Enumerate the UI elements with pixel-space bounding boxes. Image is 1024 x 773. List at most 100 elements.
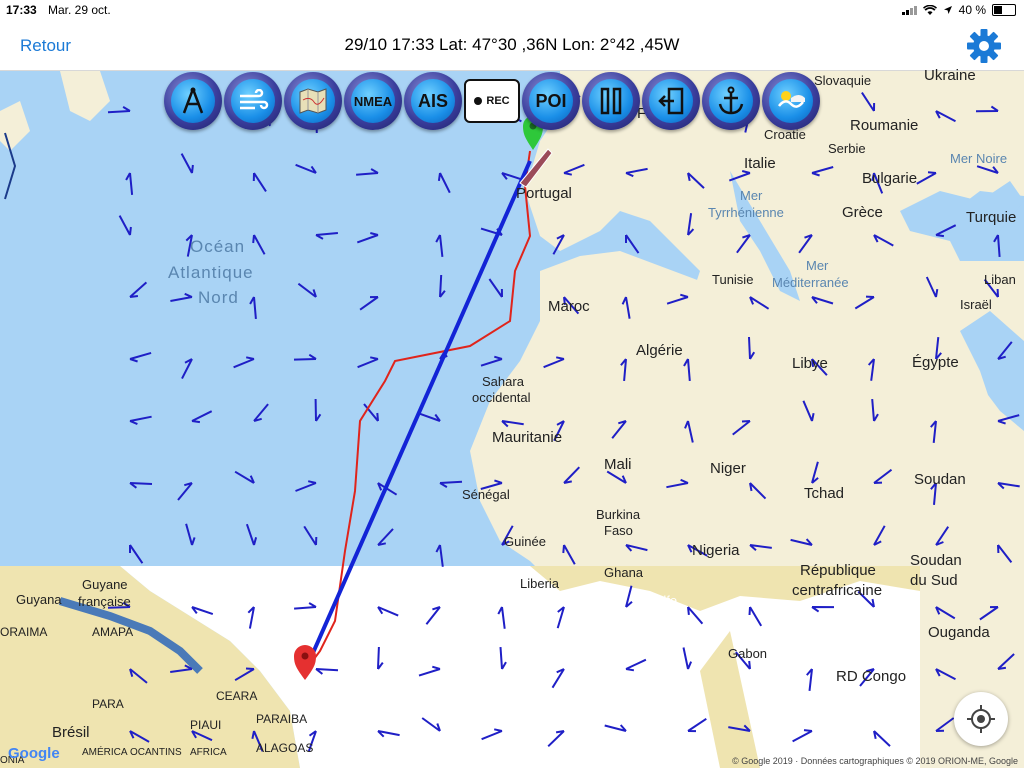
- map-label: ORAIMA: [0, 625, 48, 639]
- record-button[interactable]: REC: [464, 79, 520, 123]
- map-label: Guinée: [504, 534, 546, 549]
- map-label: AMÉRICA: [82, 747, 128, 758]
- map-label: Guinée: [652, 611, 694, 626]
- navigation-bar: Retour 29/10 17:33 Lat: 47°30 ,36N Lon: …: [0, 20, 1024, 71]
- record-icon: REC: [466, 81, 518, 121]
- record-label: REC: [486, 95, 510, 107]
- anchor-button[interactable]: [702, 72, 760, 130]
- map-label: Guyana: [16, 592, 62, 607]
- map-label: Ghana: [604, 565, 644, 580]
- map-label: Brésil: [52, 724, 90, 741]
- map-label: Liban: [984, 272, 1016, 287]
- map-label: Portugal: [516, 185, 572, 202]
- map-icon: [299, 88, 327, 114]
- my-location-button[interactable]: [954, 692, 1008, 746]
- crosshair-icon: [967, 705, 995, 733]
- pause-icon: [600, 87, 622, 115]
- wind-button[interactable]: [224, 72, 282, 130]
- battery-icon: [992, 4, 1016, 16]
- map-label: RD Congo: [836, 668, 907, 685]
- map-label: Liberia: [520, 576, 560, 591]
- exit-button[interactable]: [642, 72, 700, 130]
- anchor-icon: [718, 86, 744, 115]
- map-label: Ukraine: [924, 67, 976, 84]
- map-label: Bulgarie: [862, 170, 918, 187]
- map-label: Serbie: [828, 141, 866, 156]
- map-label: Israël: [960, 297, 992, 312]
- poi-button[interactable]: POI: [522, 72, 580, 130]
- map-toolbar: NMEA AIS REC POI: [164, 72, 820, 130]
- status-right: 40 %: [901, 3, 1016, 17]
- map-label: Tyrrhénienne: [708, 205, 784, 220]
- map-label: Gabon: [728, 646, 768, 661]
- map-label: Sénégal: [462, 487, 510, 502]
- map-label: Nigeria: [692, 542, 740, 559]
- map-label: française: [78, 594, 131, 609]
- map-label: Tchad: [804, 485, 845, 502]
- status-date: Mar. 29 oct.: [48, 3, 111, 17]
- map-label: centrafricaine: [792, 582, 883, 599]
- map-label: République: [800, 562, 876, 579]
- map-label: Burkina: [596, 507, 641, 522]
- map-layer-button[interactable]: [284, 72, 342, 130]
- record-dot: [474, 97, 483, 105]
- gear-icon[interactable]: [966, 28, 1002, 64]
- map-label: Mer: [806, 258, 829, 273]
- map-label: Libye: [792, 355, 828, 372]
- map-label: Océan: [190, 237, 246, 256]
- ais-icon: AIS: [411, 79, 455, 123]
- map-label: Turquie: [966, 209, 1017, 226]
- wind-icon: [240, 89, 269, 110]
- map-label: occidental: [472, 390, 531, 405]
- map-label: Roumanie: [850, 117, 919, 134]
- map-label: Maroc: [548, 298, 590, 315]
- map-label: Égypte: [912, 354, 959, 371]
- map-label: Mer: [740, 188, 763, 203]
- map-label: Italie: [744, 155, 776, 172]
- exit-icon: [658, 87, 684, 115]
- map-label: OCANTINS: [130, 747, 182, 758]
- wifi-icon: [922, 4, 937, 15]
- map-label: Mali: [604, 456, 632, 473]
- map-label: Ouganda: [928, 624, 990, 641]
- map-label: CEARA: [216, 689, 258, 703]
- compass-divider-button[interactable]: [164, 72, 222, 130]
- map-label: PIAUI: [190, 718, 222, 732]
- map-label: Atlantique: [168, 263, 254, 282]
- nmea-icon: NMEA: [351, 79, 395, 123]
- weather-button[interactable]: [762, 72, 820, 130]
- map-label: AMAPA: [92, 625, 134, 639]
- battery-percent: 40 %: [958, 3, 986, 17]
- map-attribution: © Google 2019 · Données cartographiques …: [732, 756, 1018, 766]
- pause-button[interactable]: [582, 72, 640, 130]
- poi-icon: POI: [529, 79, 573, 123]
- google-logo: Google: [8, 745, 60, 762]
- map-view[interactable]: Ukraine Slovaquie Roumanie Croatie Serbi…: [0, 67, 1024, 768]
- weather-icon: [778, 91, 805, 108]
- map-label: ALAGOAS: [256, 741, 314, 755]
- map-label: Mauritanie: [492, 429, 563, 446]
- map-label: Méditerranée: [772, 275, 849, 290]
- map-label: PARA: [92, 697, 124, 711]
- map-label: Algérie: [636, 342, 683, 359]
- map-label: Tunisie: [712, 272, 754, 287]
- map-label: Faso: [604, 523, 633, 538]
- ais-button[interactable]: AIS: [404, 72, 462, 130]
- nmea-button[interactable]: NMEA: [344, 72, 402, 130]
- status-time: 17:33: [6, 3, 37, 17]
- position-title: 29/10 17:33 Lat: 47°30 ,36N Lon: 2°42 ,4…: [344, 35, 680, 54]
- map-label: Niger: [710, 460, 746, 477]
- map-label: AFRICA: [190, 747, 227, 758]
- map-label: Mer Noire: [950, 151, 1008, 166]
- map-label: Sahara: [482, 374, 524, 389]
- map-label: Slovaquie: [814, 73, 872, 88]
- status-bar: 17:33 Mar. 29 oct. 40 %: [0, 0, 1024, 20]
- map-label: du Sud: [910, 572, 958, 589]
- map-label: Golfe: [646, 593, 678, 608]
- map-label: Soudan: [914, 471, 966, 488]
- battery-level: [994, 6, 1002, 14]
- map-label: Soudan: [910, 552, 962, 569]
- map-label: Guyane: [82, 577, 128, 592]
- location-arrow-icon: [943, 6, 952, 14]
- compass-divider-icon: [182, 87, 204, 114]
